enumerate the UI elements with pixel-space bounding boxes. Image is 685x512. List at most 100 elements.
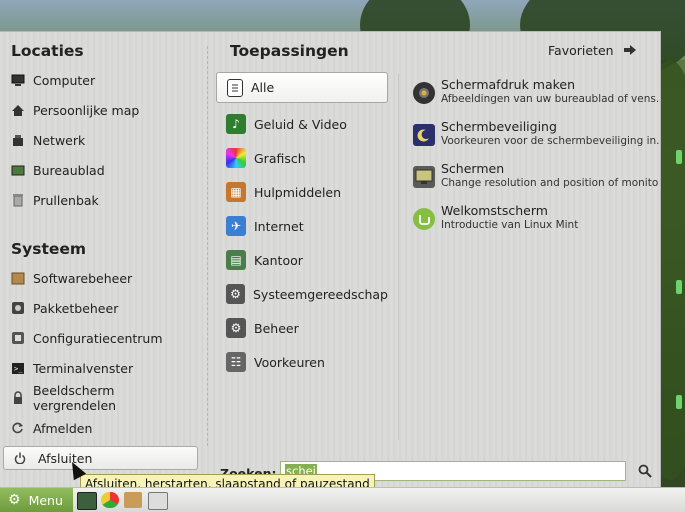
category-graphics[interactable]: Grafisch — [216, 143, 388, 173]
place-trash[interactable]: Prullenbak — [11, 189, 201, 211]
system-control-center[interactable]: Configuratiecentrum — [11, 327, 201, 349]
start-menu: Locaties Computer Persoonlijke map Netwe… — [0, 31, 661, 488]
category-label: Voorkeuren — [254, 354, 325, 370]
panel-divider — [207, 46, 208, 446]
system-tools-icon: ⚙ — [226, 284, 245, 304]
graphics-icon — [226, 148, 246, 168]
category-preferences[interactable]: ☷ Voorkeuren — [216, 347, 388, 377]
system-label: Pakketbeheer — [33, 300, 119, 316]
desktop-icon — [11, 163, 25, 177]
favorites-button[interactable]: Favorieten — [548, 43, 636, 58]
place-home[interactable]: Persoonlijke map — [11, 99, 201, 121]
category-label: Kantoor — [254, 252, 303, 268]
lock-icon — [11, 391, 25, 405]
place-label: Persoonlijke map — [33, 102, 140, 118]
system-label: Terminalvenster — [33, 360, 134, 376]
place-label: Bureaublad — [33, 162, 105, 178]
place-network[interactable]: Netwerk — [11, 129, 201, 151]
category-label: Systeemgereedschap — [252, 286, 388, 302]
show-desktop-icon[interactable] — [77, 492, 97, 510]
app-description: Voorkeuren voor de schermbeveiliging in.… — [441, 135, 659, 147]
office-icon: ▤ — [226, 250, 246, 270]
app-name: Welkomstscherm — [441, 203, 548, 218]
screenshot-icon — [413, 82, 435, 104]
menu-button[interactable]: ⚙ Menu — [0, 488, 73, 512]
category-label: Beheer — [254, 320, 299, 336]
favorites-label: Favorieten — [548, 43, 614, 58]
places-title: Locaties — [11, 42, 84, 60]
place-label: Prullenbak — [33, 192, 99, 208]
place-label: Computer — [33, 72, 96, 88]
software-manager-icon — [11, 271, 25, 285]
package-manager-icon — [11, 301, 25, 315]
category-all[interactable]: Alle — [216, 72, 388, 103]
terminal-icon: >_ — [11, 361, 25, 375]
search-icon[interactable] — [636, 462, 654, 480]
app-name: Schermen — [441, 161, 505, 176]
place-label: Netwerk — [33, 132, 86, 148]
category-label: Hulpmiddelen — [254, 184, 342, 200]
network-icon — [11, 133, 25, 147]
desktop-sign — [676, 280, 682, 294]
system-package-manager[interactable]: Pakketbeheer — [11, 297, 201, 319]
taskbar: ⚙ Menu — [0, 487, 685, 512]
accessories-icon: ▦ — [226, 182, 246, 202]
system-label: Configuratiecentrum — [33, 330, 163, 346]
preferences-icon: ☷ — [226, 352, 246, 372]
shutdown-label: Afsluiten — [38, 450, 93, 466]
applications-title: Toepassingen — [230, 42, 349, 60]
all-apps-icon — [227, 78, 243, 97]
system-title: Systeem — [11, 240, 87, 258]
category-office[interactable]: ▤ Kantoor — [216, 245, 388, 275]
app-description: Afbeeldingen van uw bureaublad of vens..… — [441, 93, 659, 105]
app-welcome[interactable]: Welkomstscherm Introductie van Linux Min… — [413, 202, 658, 242]
system-logout[interactable]: Afmelden — [11, 417, 201, 439]
system-label: Afmelden — [33, 420, 93, 436]
power-icon — [14, 452, 28, 464]
screensaver-icon — [413, 124, 435, 146]
place-desktop[interactable]: Bureaublad — [11, 159, 201, 181]
computer-icon — [11, 73, 25, 87]
category-label: Alle — [251, 80, 275, 95]
category-divider — [398, 74, 399, 440]
category-system-tools[interactable]: ⚙ Systeemgereedschap — [216, 279, 388, 309]
system-software-manager[interactable]: Softwarebeheer — [11, 267, 201, 289]
category-internet[interactable]: ✈ Internet — [216, 211, 388, 241]
mint-logo-icon — [413, 208, 435, 230]
category-administration[interactable]: ⚙ Beheer — [216, 313, 388, 343]
sound-video-icon: ♪ — [226, 114, 246, 134]
administration-icon: ⚙ — [226, 318, 246, 338]
system-label: Softwarebeheer — [33, 270, 133, 286]
file-manager-icon[interactable] — [124, 492, 142, 508]
control-center-icon — [11, 331, 25, 345]
category-label: Geluid & Video — [254, 116, 347, 132]
arrow-right-icon — [623, 43, 636, 58]
place-computer[interactable]: Computer — [11, 69, 201, 91]
svg-text:>_: >_ — [14, 365, 23, 373]
category-accessories[interactable]: ▦ Hulpmiddelen — [216, 177, 388, 207]
category-sound-video[interactable]: ♪ Geluid & Video — [216, 109, 388, 139]
app-name: Schermbeveiliging — [441, 119, 557, 134]
browser-icon[interactable] — [101, 492, 119, 508]
system-lock-screen[interactable]: Beeldscherm vergrendelen — [11, 383, 201, 413]
terminal-launcher-icon[interactable] — [148, 492, 168, 510]
left-panel: Locaties Computer Persoonlijke map Netwe… — [0, 32, 206, 487]
app-name: Schermafdruk maken — [441, 77, 576, 92]
app-description: Change resolution and position of monito… — [441, 177, 659, 189]
menu-label: Menu — [28, 492, 63, 508]
category-label: Grafisch — [254, 150, 306, 166]
app-screenshot[interactable]: Schermafdruk maken Afbeeldingen van uw b… — [413, 76, 659, 116]
home-icon — [11, 103, 25, 117]
category-label: Internet — [254, 218, 304, 234]
desktop-sign — [676, 150, 682, 164]
app-displays[interactable]: Schermen Change resolution and position … — [413, 160, 659, 200]
trash-icon — [11, 193, 25, 207]
system-terminal[interactable]: >_ Terminalvenster — [11, 357, 201, 379]
desktop-sign — [676, 395, 682, 409]
app-screensaver[interactable]: Schermbeveiliging Voorkeuren voor de sch… — [413, 118, 659, 158]
logout-icon — [11, 421, 25, 435]
internet-icon: ✈ — [226, 216, 246, 236]
display-icon — [413, 166, 435, 188]
gear-icon: ⚙ — [8, 492, 21, 508]
shutdown-button[interactable]: Afsluiten — [3, 446, 198, 470]
